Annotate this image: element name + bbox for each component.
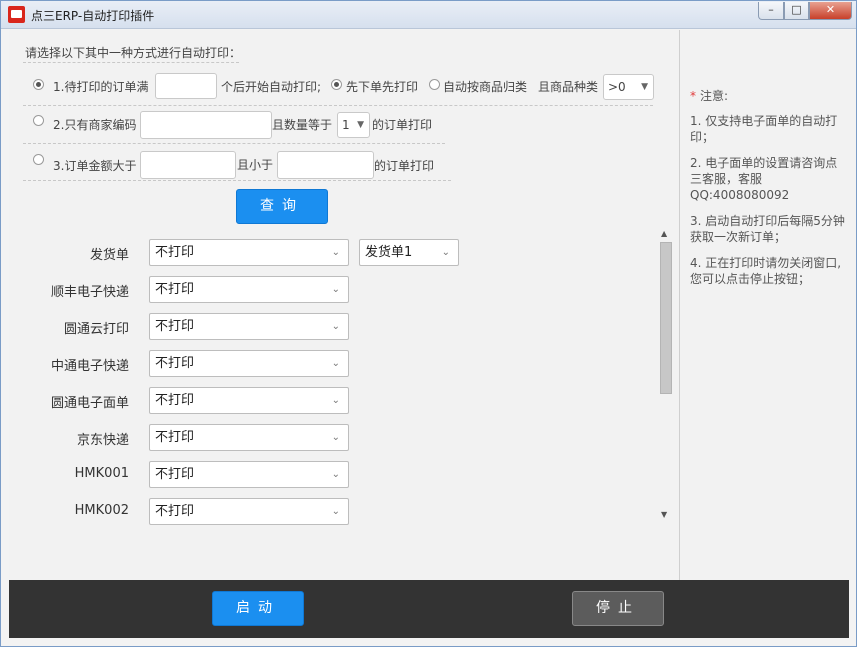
printer-select-value: 不打印 [155, 245, 195, 260]
printer-select-value: 不打印 [155, 319, 195, 334]
printer-select[interactable]: 不打印 ⌄ [149, 350, 349, 377]
printer-select[interactable]: 不打印 ⌄ [149, 424, 349, 451]
footer-bar: 启动 停止 [9, 580, 849, 638]
printer-label: 中通电子快递 [50, 359, 129, 374]
printer-select[interactable]: 不打印 ⌄ [149, 313, 349, 340]
and-less-label: 且小于 [237, 158, 274, 172]
chevron-down-icon: ⌄ [331, 432, 340, 443]
option1-label: 1.待打印的订单满 [53, 80, 149, 94]
sort-first-radio[interactable] [331, 79, 342, 90]
chevron-down-icon: ⌄ [331, 506, 340, 517]
chevron-down-icon: ⌄ [331, 284, 340, 295]
printer-label: 京东快递 [76, 433, 129, 448]
printer-select-value: 不打印 [155, 282, 195, 297]
order-count-input[interactable] [155, 73, 217, 99]
query-button[interactable]: 查询 [236, 189, 328, 224]
option2-label: 2.只有商家编码 [53, 118, 137, 132]
printer-select[interactable]: 不打印 ⌄ [149, 276, 349, 303]
window-title: 点三ERP-自动打印插件 [31, 9, 155, 23]
chevron-down-icon: ⌄ [331, 395, 340, 406]
option1-suffix: 个后开始自动打印; [221, 80, 322, 94]
divider [23, 180, 451, 181]
option1-radio[interactable] [33, 79, 44, 90]
required-star-icon: * [690, 89, 696, 103]
scroll-up-icon[interactable]: ▲ [661, 229, 667, 238]
chevron-down-icon: ⌄ [331, 321, 340, 332]
option3-label: 3.订单金额大于 [53, 159, 137, 173]
chevron-down-icon: ⌄ [331, 469, 340, 480]
kind-select[interactable]: >0 ▼ [603, 74, 654, 100]
notes-pane: * 注意: 1. 仅支持电子面单的自动打印； 2. 电子面单的设置请咨询点三客服，… [679, 30, 856, 580]
stop-button[interactable]: 停止 [572, 591, 664, 626]
printer-label: HMK001 [74, 466, 129, 481]
template-select[interactable]: 发货单1 ⌄ [359, 239, 459, 266]
printer-label: 圆通云打印 [63, 322, 129, 337]
merchant-code-input[interactable] [140, 111, 272, 139]
printer-select-value: 不打印 [155, 393, 195, 408]
qty-label: 且数量等于 [272, 118, 333, 132]
template-select-value: 发货单1 [365, 245, 413, 260]
notes-title-text: 注意: [700, 89, 729, 103]
kind-select-value: >0 [608, 80, 626, 94]
notes-title: * 注意: [690, 87, 728, 104]
note-item: 4. 正在打印时请勿关闭窗口,您可以点击停止按钮； [690, 256, 842, 286]
sort-first-label: 先下单先打印 [346, 80, 419, 94]
chevron-down-icon: ▼ [641, 82, 648, 92]
divider [23, 62, 239, 63]
printer-select[interactable]: 不打印 ⌄ [149, 387, 349, 414]
app-window: 点三ERP-自动打印插件 – □ ✕ 请选择以下其中一种方式进行自动打印： 1.… [0, 0, 857, 647]
printer-select[interactable]: 不打印 ⌄ [149, 498, 349, 525]
printer-label: 顺丰电子快递 [50, 285, 129, 300]
chevron-down-icon: ⌄ [331, 358, 340, 369]
divider [23, 143, 445, 144]
qty-select-value: 1 [342, 118, 350, 132]
printer-select-value: 不打印 [155, 430, 195, 445]
amount-max-input[interactable] [277, 151, 374, 179]
printer-label: 圆通电子面单 [50, 396, 129, 411]
option2-radio[interactable] [33, 115, 44, 126]
amount-min-input[interactable] [140, 151, 236, 179]
printer-select-value: 不打印 [155, 467, 195, 482]
maximize-button[interactable]: □ [784, 2, 809, 20]
printer-select[interactable]: 不打印 ⌄ [149, 461, 349, 488]
option2-suffix: 的订单打印 [372, 118, 433, 132]
close-button[interactable]: ✕ [809, 2, 852, 20]
note-item: 3. 启动自动打印后每隔5分钟获取一次新订单； [690, 214, 845, 244]
scroll-down-icon[interactable]: ▼ [661, 510, 667, 519]
printer-select-value: 不打印 [155, 356, 195, 371]
instruction-text: 请选择以下其中一种方式进行自动打印： [25, 46, 242, 60]
printer-label: 发货单 [89, 248, 129, 263]
qty-select[interactable]: 1 ▼ [337, 112, 370, 138]
note-item: 2. 电子面单的设置请咨询点三客服，客服QQ:4008080092 [690, 156, 838, 202]
divider [23, 105, 653, 106]
chevron-down-icon: ⌄ [441, 247, 450, 258]
options-pane: 请选择以下其中一种方式进行自动打印： 1.待打印的订单满 个后开始自动打印; 先… [9, 30, 679, 580]
title-bar: 点三ERP-自动打印插件 – □ ✕ [1, 1, 856, 29]
chevron-down-icon: ▼ [357, 120, 364, 130]
sort-group-radio[interactable] [429, 79, 440, 90]
option3-suffix: 的订单打印 [374, 159, 435, 173]
kind-label: 且商品种类 [538, 80, 599, 94]
sort-group-label: 自动按商品归类 [443, 80, 528, 94]
note-item: 1. 仅支持电子面单的自动打印； [690, 114, 838, 144]
printer-select[interactable]: 不打印 ⌄ [149, 239, 349, 266]
scrollbar-thumb[interactable] [660, 242, 672, 394]
start-button[interactable]: 启动 [212, 591, 304, 626]
app-logo-icon [8, 6, 25, 23]
minimize-button[interactable]: – [758, 2, 784, 20]
chevron-down-icon: ⌄ [331, 247, 340, 258]
option3-radio[interactable] [33, 154, 44, 165]
printer-select-value: 不打印 [155, 504, 195, 519]
printer-label: HMK002 [74, 503, 129, 518]
